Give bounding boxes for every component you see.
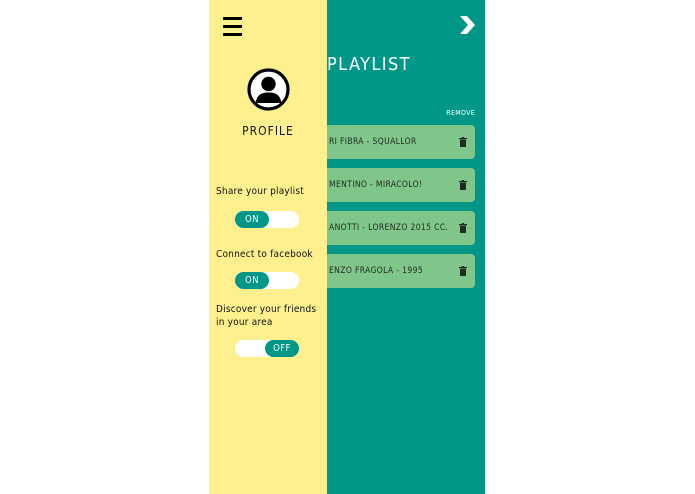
hamburger-menu-icon[interactable]	[223, 17, 242, 36]
playlist-item-label: MENTINO - MIRACOLO!	[329, 180, 423, 190]
user-avatar-icon[interactable]	[247, 68, 290, 111]
setting-label-connect-facebook: Connect to facebook	[216, 249, 313, 260]
discover-friends-toggle[interactable]: OFF	[235, 340, 299, 357]
chevron-right-icon[interactable]	[456, 14, 478, 36]
setting-label-share-playlist: Share your playlist	[216, 186, 304, 197]
trash-icon[interactable]	[459, 180, 467, 190]
trash-icon[interactable]	[459, 266, 467, 276]
connect-facebook-toggle[interactable]: ON	[235, 272, 299, 289]
playlist-item-label: ANOTTI - LORENZO 2015 CC.	[329, 223, 449, 233]
playlist-item-label: ENZO FRAGOLA - 1995	[329, 266, 424, 276]
trash-icon[interactable]	[459, 137, 467, 147]
remove-button[interactable]: REMOVE	[446, 109, 475, 117]
app-screen: PLAYLIST REMOVE RI FIBRA - SQUALLOR MENT…	[209, 0, 485, 494]
setting-label-discover-friends: Discover your friends in your area	[216, 304, 317, 328]
trash-icon[interactable]	[459, 223, 467, 233]
toggle-knob: OFF	[265, 340, 299, 357]
toggle-knob: ON	[235, 272, 269, 289]
playlist-item-label: RI FIBRA - SQUALLOR	[329, 137, 417, 147]
toggle-knob: ON	[235, 211, 269, 228]
share-playlist-toggle[interactable]: ON	[235, 211, 299, 228]
profile-label: PROFILE	[242, 124, 294, 138]
side-drawer: PROFILE Share your playlist ON Connect t…	[209, 0, 327, 494]
playlist-title: PLAYLIST	[327, 54, 411, 75]
